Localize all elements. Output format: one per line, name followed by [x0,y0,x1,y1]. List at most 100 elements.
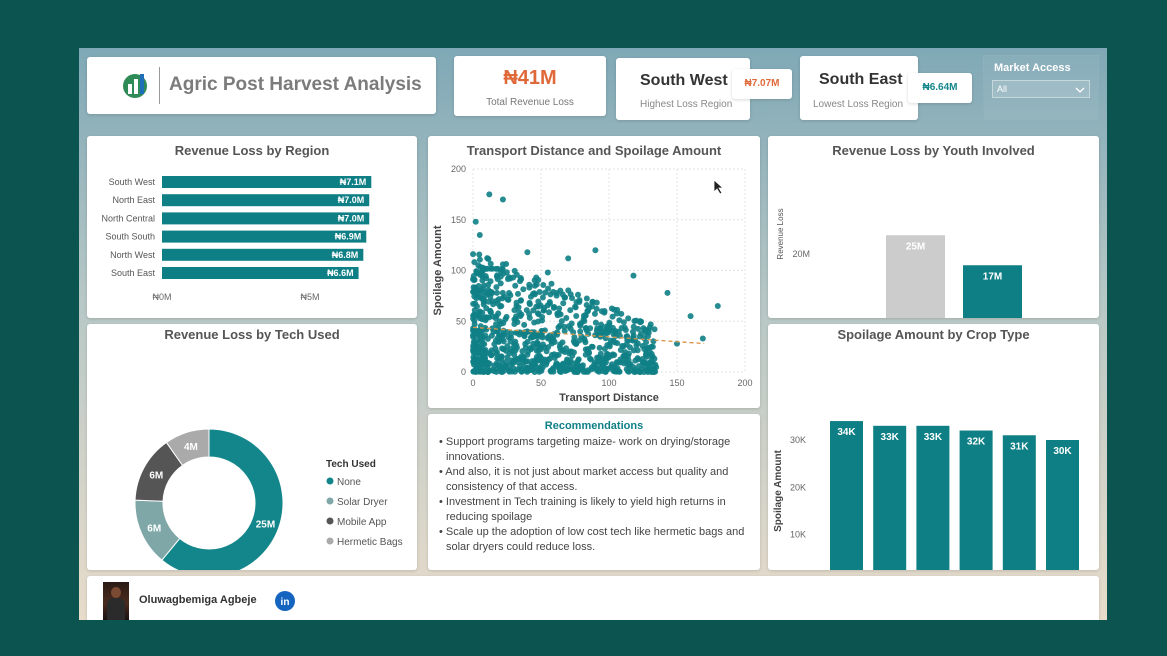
region-category-label: North East [112,195,155,205]
scatter-point [540,282,547,289]
scatter-point [622,349,629,356]
scatter-x-tick: 200 [737,378,752,388]
scatter-point [574,368,581,375]
scatter-point [634,347,641,354]
scatter-point [561,294,568,301]
scatter-point [522,367,529,374]
scatter-point [543,348,550,355]
scatter-point [507,292,514,299]
scatter-point [499,261,506,268]
scatter-point [581,335,588,342]
crop-bar-value: 31K [1010,441,1029,452]
scatter-point [487,308,494,315]
scatter-point [533,347,540,354]
scatter-point [518,276,525,283]
scatter-point [480,358,487,365]
scatter-point [594,325,601,332]
scatter-point [567,307,574,314]
scatter-point [565,323,572,330]
region-category-label: South East [111,268,156,278]
scatter-point [503,347,510,354]
youth-bar-chart: 0M20MRevenue Loss25MNo17MYesYouth Involv… [776,208,1022,318]
scatter-point [479,266,486,273]
scatter-point [517,313,524,320]
scatter-point [622,326,629,333]
scatter-point [482,332,489,339]
scatter-point [526,301,533,308]
lowest-region-name: South East [819,71,903,88]
region-bar-value: ₦7.0M [338,213,365,223]
scatter-point [502,363,509,370]
scatter-point [524,351,531,358]
scatter-point [513,271,520,278]
scatter-point [561,327,568,334]
scatter-point [535,303,542,310]
kpi-total-label: Total Revenue Loss [486,97,574,108]
region-x-tick: ₦0M [152,292,171,302]
region-bar-chart: South West ₦7.1M North East ₦7.0M North Cent… [101,176,372,302]
youth-chart-card: Revenue Loss by Youth Involved 0M20MReve… [768,136,1099,318]
youth-y-axis-label: Revenue Loss [776,208,785,259]
linkedin-icon[interactable]: in [275,591,295,611]
scatter-y-tick: 0 [461,367,466,377]
scatter-point [548,280,555,287]
scatter-point [714,303,721,310]
recommendation-item: • Scale up the adoption of low cost tech… [439,526,745,553]
dashboard-frame: Agric Post Harvest Analysis ₦41M Total R… [79,48,1107,620]
scatter-point [593,365,600,372]
crop-bar [916,425,950,570]
scatter-point [596,344,603,351]
crop-y-tick: 10K [790,530,806,540]
scatter-point [476,338,483,345]
scatter-point [625,368,632,375]
scatter-point [559,339,566,346]
scatter-point [565,255,572,262]
scatter-point [495,296,502,303]
scatter-point [664,289,671,296]
scatter-point [583,302,590,309]
scatter-point [539,294,546,301]
scatter-point [476,231,483,238]
scatter-point [598,308,605,315]
scatter-point [635,368,642,375]
scatter-point [573,313,580,320]
scatter-point [503,313,510,320]
scatter-point [476,256,483,263]
region-bar-value: ₦7.1M [340,177,367,187]
scatter-point [540,307,547,314]
scatter-y-tick: 100 [451,266,466,276]
scatter-point [646,359,653,366]
region-chart-card: Revenue Loss by Region South West ₦7.1M No… [87,136,417,318]
scatter-point [572,303,579,310]
scatter-point [560,300,567,307]
scatter-point [650,368,657,375]
scatter-point [520,286,527,293]
scatter-point [531,319,538,326]
scatter-point [699,335,706,342]
donut-slice-label: 6M [149,470,163,481]
scatter-point [535,276,542,283]
scatter-point [530,361,537,368]
scatter-point [575,291,582,298]
scatter-point [646,324,653,331]
scatter-point [620,343,627,350]
scatter-point [593,299,600,306]
scatter-point [544,269,551,276]
scatter-point [574,359,581,366]
highest-region-amount-badge: ₦7.07M [732,69,792,99]
scatter-point [605,365,612,372]
avatar [103,582,129,620]
crop-bar [1002,435,1036,570]
scatter-point [603,354,610,361]
scatter-point [470,359,477,366]
scatter-point [534,339,541,346]
scatter-point [609,313,616,320]
kpi-total-value: ₦41M [503,67,557,89]
market-access-dropdown[interactable]: All [992,80,1090,98]
tech-donut-chart: 25M 6M 6M 4M Tech Used None Solar Dryer Mobile … [134,428,403,570]
youth-bar-value: 17M [983,271,1002,282]
scatter-point [577,328,584,335]
region-bar-value: ₦6.9M [335,232,362,242]
recommendations-list: • Support programs targeting maize- work… [438,435,758,555]
highest-region-label: Highest Loss Region [640,99,733,110]
